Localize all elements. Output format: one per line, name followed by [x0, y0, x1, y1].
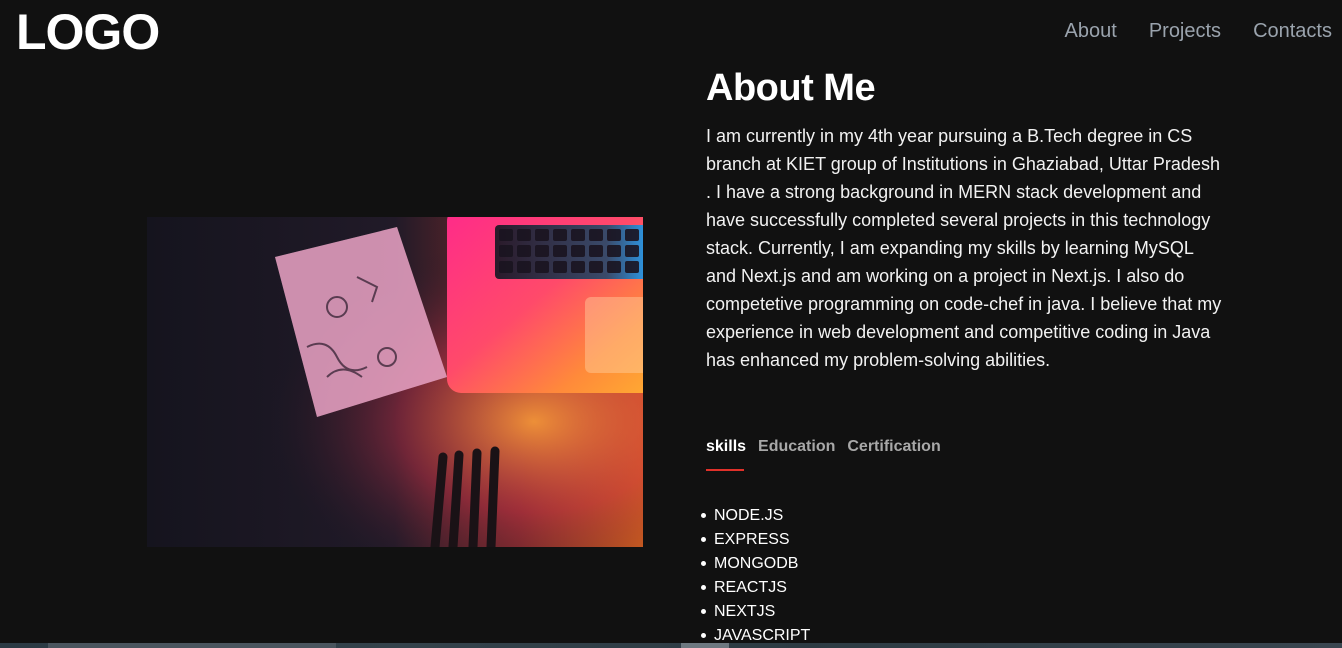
- nav-about[interactable]: About: [1065, 18, 1117, 44]
- logo[interactable]: LOGO: [16, 4, 160, 60]
- scrollbar-track-segment: [48, 643, 336, 648]
- list-item: NEXTJS: [700, 600, 810, 624]
- nav-contacts[interactable]: Contacts: [1253, 18, 1332, 44]
- about-section: About Me I am currently in my 4th year p…: [706, 64, 1226, 374]
- site-header: LOGO About Projects Contacts: [0, 0, 1342, 64]
- list-item: NODE.JS: [700, 504, 810, 528]
- active-tab-underline: [706, 469, 744, 471]
- about-photo: [147, 217, 643, 547]
- laptop-desk-image: [147, 217, 643, 547]
- about-title: About Me: [706, 67, 876, 109]
- tab-skills[interactable]: skills: [706, 437, 746, 457]
- tab-education[interactable]: Education: [758, 437, 835, 457]
- skills-list: NODE.JS EXPRESS MONGODB REACTJS NEXTJS J…: [696, 504, 810, 648]
- about-paragraph: I am currently in my 4th year pursuing a…: [706, 126, 1222, 370]
- tab-certification[interactable]: Certification: [847, 437, 940, 457]
- list-item: REACTJS: [700, 576, 810, 600]
- scrollbar-thumb[interactable]: [681, 643, 729, 648]
- nav-projects[interactable]: Projects: [1149, 18, 1221, 44]
- main-nav: About Projects Contacts: [1065, 18, 1332, 44]
- horizontal-scrollbar[interactable]: [0, 643, 1342, 648]
- tab-bar: skills Education Certification: [706, 437, 941, 457]
- list-item: MONGODB: [700, 552, 810, 576]
- list-item: EXPRESS: [700, 528, 810, 552]
